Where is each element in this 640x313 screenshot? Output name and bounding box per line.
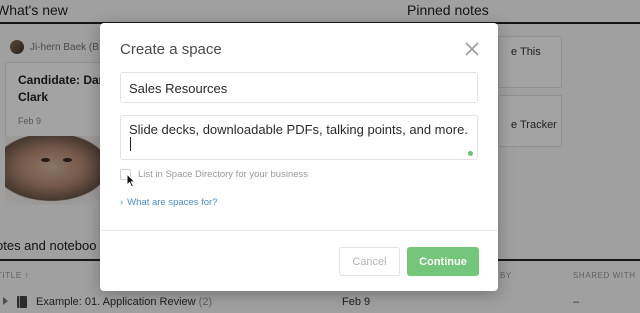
space-description-input[interactable]: Slide decks, downloadable PDFs, talking …: [120, 115, 478, 160]
close-icon[interactable]: [460, 37, 484, 61]
directory-checkbox-row[interactable]: List in Space Directory for your busines…: [120, 169, 308, 180]
create-space-dialog: Create a space Sales Resources Slide dec…: [100, 23, 498, 291]
status-dot: [468, 151, 473, 156]
chevron-right-icon: ›: [120, 197, 124, 208]
what-are-spaces-link[interactable]: › What are spaces for?: [120, 197, 217, 208]
dialog-footer-divider: [100, 230, 498, 231]
continue-button[interactable]: Continue: [407, 247, 479, 276]
directory-checkbox-label[interactable]: List in Space Directory for your busines…: [138, 169, 308, 180]
space-description-value: Slide decks, downloadable PDFs, talking …: [129, 122, 468, 137]
dialog-title: Create a space: [120, 41, 222, 58]
space-name-input[interactable]: Sales Resources: [120, 72, 478, 103]
cancel-button[interactable]: Cancel: [339, 247, 400, 276]
space-name-value: Sales Resources: [129, 81, 228, 96]
text-caret: [130, 137, 131, 151]
mouse-pointer-icon: [126, 172, 136, 193]
what-are-spaces-label[interactable]: What are spaces for?: [127, 197, 217, 208]
